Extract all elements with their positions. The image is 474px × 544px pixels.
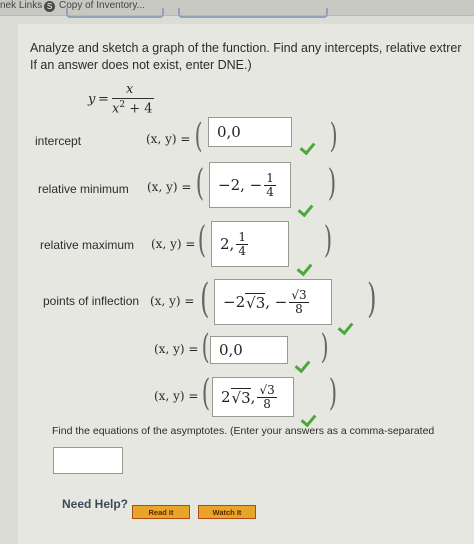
fraction-numerator: 1 xyxy=(264,170,276,186)
instructions-line-1: Analyze and sketch a graph of the functi… xyxy=(30,41,462,55)
xy-label-maximum: (x, y) = xyxy=(151,237,196,251)
denominator-rest: + 4 xyxy=(125,101,153,117)
check-icon xyxy=(302,142,316,151)
answer-inflection-3-coef: 2 xyxy=(221,388,231,406)
asymptotes-prompt: Find the equations of the asymptotes. (E… xyxy=(52,425,435,437)
label-relative-minimum: relative minimum xyxy=(38,182,129,196)
read-it-button[interactable]: Read It xyxy=(132,505,190,519)
instructions-line-2: If an answer does not exist, enter DNE.) xyxy=(30,58,252,72)
check-icon xyxy=(299,263,313,272)
label-points-of-inflection: points of inflection xyxy=(43,294,140,308)
answer-inflection-2: 0,0 xyxy=(219,341,243,359)
fraction-numerator: √3 xyxy=(289,287,309,303)
answer-inflection-1-coef: −2 xyxy=(223,293,246,311)
check-icon xyxy=(340,322,354,331)
open-paren: ( xyxy=(201,373,211,414)
close-paren: ) xyxy=(327,163,337,204)
sqrt-symbol: √3 xyxy=(230,387,251,407)
close-paren: ) xyxy=(329,116,338,156)
close-paren: ) xyxy=(367,276,377,322)
answer-box-inflection-3[interactable]: 2 √3, √3 8 xyxy=(212,377,294,417)
check-icon xyxy=(303,414,317,423)
sqrt-radicand: 3 xyxy=(241,388,251,407)
open-paren: ( xyxy=(194,116,203,156)
answer-inflection-1-fraction: √3 8 xyxy=(289,287,309,316)
sqrt-radicand: 3 xyxy=(255,293,266,312)
xy-label-minimum: (x, y) = xyxy=(147,180,192,194)
label-intercept: intercept xyxy=(35,134,82,148)
need-help-label: Need Help? xyxy=(62,497,129,511)
xy-label-inflection-3: (x, y) = xyxy=(154,389,199,403)
check-icon xyxy=(300,204,314,213)
open-paren: ( xyxy=(200,276,210,322)
fraction-denominator: 8 xyxy=(295,301,303,316)
tab-outline-1 xyxy=(66,8,164,18)
open-paren: ( xyxy=(195,163,205,204)
fraction-denominator: 4 xyxy=(238,243,246,258)
tab-outline-2 xyxy=(178,8,328,18)
answer-intercept: 0,0 xyxy=(217,123,241,141)
question-instructions: Analyze and sketch a graph of the functi… xyxy=(30,40,474,74)
fraction-denominator: 8 xyxy=(263,396,271,411)
function-lhs: y xyxy=(88,92,96,107)
close-paren: ) xyxy=(320,327,329,367)
answer-box-inflection-2[interactable]: 0,0 xyxy=(210,336,288,364)
answer-box-relative-maximum[interactable]: 2, 14 xyxy=(211,221,289,267)
open-paren: ( xyxy=(201,327,210,367)
answer-maximum-prefix: 2, xyxy=(220,235,235,253)
close-paren: ) xyxy=(328,373,338,414)
sqrt-radicand: 3 xyxy=(267,382,275,397)
fraction-denominator: 4 xyxy=(266,184,274,199)
open-paren: ( xyxy=(197,220,207,261)
answer-inflection-1-separator: , − xyxy=(265,293,288,311)
function-denominator: x2 + 4 xyxy=(112,100,153,116)
close-paren: ) xyxy=(323,220,333,261)
sqrt-radicand: 3 xyxy=(299,287,307,302)
answer-box-inflection-1[interactable]: −2 √3 , − √3 8 xyxy=(214,279,332,325)
asymptotes-input[interactable] xyxy=(53,447,123,474)
fraction-bar xyxy=(112,98,154,99)
bookmark-quick-links[interactable]: nek Links xyxy=(0,0,42,11)
globe-icon: S xyxy=(44,1,55,12)
answer-minimum-prefix: −2, − xyxy=(218,176,263,194)
watch-it-button[interactable]: Watch It xyxy=(198,505,256,519)
sqrt-symbol: √3 xyxy=(245,292,266,312)
fraction-numerator: √3 xyxy=(257,382,277,398)
check-icon xyxy=(297,360,311,369)
label-relative-maximum: relative maximum xyxy=(40,238,135,252)
xy-label-inflection-1: (x, y) = xyxy=(150,294,195,308)
answer-maximum-fraction: 14 xyxy=(236,229,248,258)
xy-label-intercept: (x, y) = xyxy=(146,132,191,146)
function-equals: = xyxy=(98,92,109,107)
xy-label-inflection-2: (x, y) = xyxy=(154,342,199,356)
answer-inflection-3-separator: , xyxy=(250,388,256,406)
answer-inflection-3-fraction: √3 8 xyxy=(257,382,277,411)
function-numerator: x xyxy=(126,82,134,97)
answer-minimum-fraction: 14 xyxy=(264,170,276,199)
answer-box-relative-minimum[interactable]: −2, − 14 xyxy=(209,162,291,208)
answer-box-intercept[interactable]: 0,0 xyxy=(208,117,292,147)
fraction-numerator: 1 xyxy=(236,229,248,245)
